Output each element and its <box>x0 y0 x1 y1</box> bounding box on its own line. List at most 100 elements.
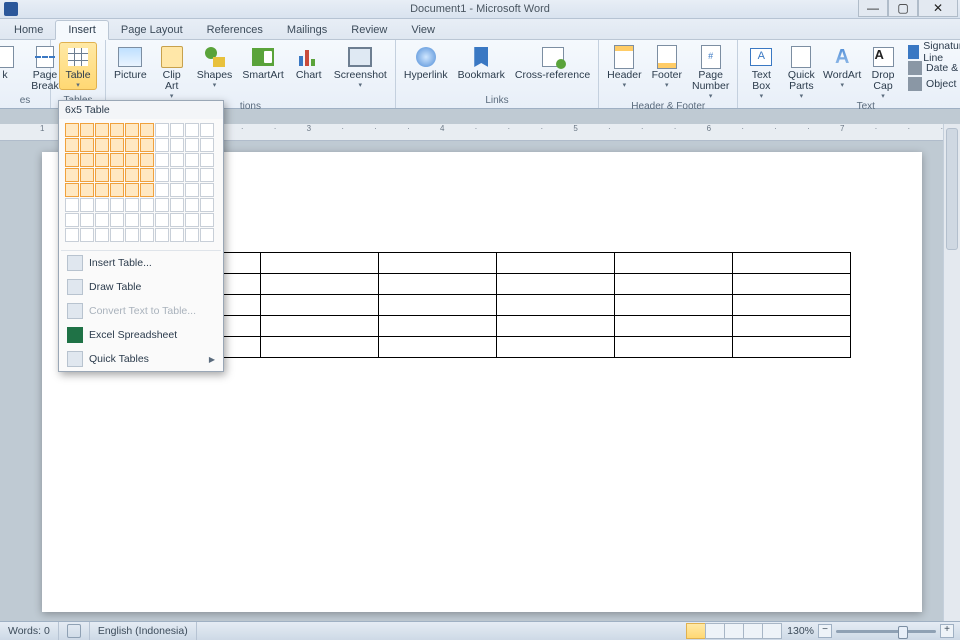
grid-cell[interactable] <box>185 153 199 167</box>
minimize-button[interactable]: — <box>858 0 888 17</box>
grid-cell[interactable] <box>125 153 139 167</box>
tab-view[interactable]: View <box>399 21 447 39</box>
object-button[interactable]: Object▾ <box>908 76 960 92</box>
grid-cell[interactable] <box>65 153 79 167</box>
document-table[interactable] <box>142 252 851 358</box>
grid-cell[interactable] <box>125 198 139 212</box>
grid-cell[interactable] <box>110 138 124 152</box>
grid-cell[interactable] <box>155 213 169 227</box>
grid-cell[interactable] <box>185 138 199 152</box>
web-layout-view[interactable] <box>724 623 744 639</box>
language-button[interactable]: English (Indonesia) <box>90 622 197 640</box>
grid-cell[interactable] <box>125 228 139 242</box>
grid-cell[interactable] <box>125 168 139 182</box>
screenshot-button[interactable]: Screenshot▾ <box>330 42 391 90</box>
header-button[interactable]: Header▾ <box>603 42 645 90</box>
draft-view[interactable] <box>762 623 782 639</box>
grid-cell[interactable] <box>140 138 154 152</box>
blank-page-button[interactable]: k <box>0 42 24 82</box>
grid-cell[interactable] <box>155 123 169 137</box>
grid-cell[interactable] <box>185 213 199 227</box>
grid-cell[interactable] <box>65 123 79 137</box>
grid-cell[interactable] <box>110 213 124 227</box>
grid-cell[interactable] <box>200 183 214 197</box>
grid-cell[interactable] <box>65 213 79 227</box>
print-layout-view[interactable] <box>686 623 706 639</box>
grid-cell[interactable] <box>80 168 94 182</box>
grid-cell[interactable] <box>65 198 79 212</box>
grid-cell[interactable] <box>95 198 109 212</box>
grid-cell[interactable] <box>170 198 184 212</box>
proofing-button[interactable] <box>59 622 90 640</box>
grid-cell[interactable] <box>125 213 139 227</box>
bookmark-button[interactable]: Bookmark <box>454 42 509 82</box>
tab-references[interactable]: References <box>195 21 275 39</box>
insert-table-menu[interactable]: Insert Table... <box>59 251 223 275</box>
grid-cell[interactable] <box>140 168 154 182</box>
grid-cell[interactable] <box>110 123 124 137</box>
word-count[interactable]: Words: 0 <box>0 622 59 640</box>
signature-line-button[interactable]: Signature Line▾ <box>908 44 960 60</box>
grid-cell[interactable] <box>200 123 214 137</box>
grid-cell[interactable] <box>155 153 169 167</box>
grid-cell[interactable] <box>80 123 94 137</box>
zoom-in-button[interactable]: + <box>940 624 954 638</box>
shapes-button[interactable]: Shapes▾ <box>193 42 237 90</box>
grid-cell[interactable] <box>110 228 124 242</box>
tab-mailings[interactable]: Mailings <box>275 21 339 39</box>
tab-review[interactable]: Review <box>339 21 399 39</box>
tab-home[interactable]: Home <box>2 21 55 39</box>
clipart-button[interactable]: ClipArt▾ <box>153 42 191 101</box>
zoom-level[interactable]: 130% <box>787 625 814 637</box>
grid-cell[interactable] <box>95 123 109 137</box>
crossref-button[interactable]: Cross-reference <box>511 42 594 82</box>
grid-cell[interactable] <box>170 213 184 227</box>
picture-button[interactable]: Picture <box>110 42 151 82</box>
grid-cell[interactable] <box>185 123 199 137</box>
grid-cell[interactable] <box>80 228 94 242</box>
grid-cell[interactable] <box>170 183 184 197</box>
grid-cell[interactable] <box>140 183 154 197</box>
zoom-slider[interactable] <box>836 630 936 633</box>
grid-cell[interactable] <box>80 138 94 152</box>
grid-cell[interactable] <box>95 153 109 167</box>
grid-cell[interactable] <box>125 183 139 197</box>
grid-cell[interactable] <box>140 153 154 167</box>
dropcap-button[interactable]: ADropCap▾ <box>864 42 902 101</box>
vertical-scrollbar[interactable] <box>943 124 960 622</box>
grid-cell[interactable] <box>80 183 94 197</box>
grid-cell[interactable] <box>110 198 124 212</box>
grid-cell[interactable] <box>95 213 109 227</box>
scroll-thumb[interactable] <box>946 128 958 250</box>
grid-cell[interactable] <box>80 213 94 227</box>
footer-button[interactable]: Footer▾ <box>648 42 686 90</box>
close-button[interactable]: ✕ <box>918 0 958 17</box>
grid-cell[interactable] <box>65 138 79 152</box>
grid-cell[interactable] <box>95 183 109 197</box>
grid-cell[interactable] <box>110 183 124 197</box>
zoom-thumb[interactable] <box>898 626 908 639</box>
grid-cell[interactable] <box>65 228 79 242</box>
page-number-button[interactable]: #PageNumber▾ <box>688 42 733 101</box>
table-button[interactable]: Table▾ <box>59 42 97 90</box>
outline-view[interactable] <box>743 623 763 639</box>
chart-button[interactable]: Chart <box>290 42 328 82</box>
grid-cell[interactable] <box>125 138 139 152</box>
grid-cell[interactable] <box>95 228 109 242</box>
date-time-button[interactable]: Date & Time <box>908 60 960 76</box>
fullscreen-view[interactable] <box>705 623 725 639</box>
excel-spreadsheet-menu[interactable]: Excel Spreadsheet <box>59 323 223 347</box>
grid-cell[interactable] <box>80 153 94 167</box>
grid-cell[interactable] <box>140 198 154 212</box>
grid-cell[interactable] <box>155 198 169 212</box>
zoom-out-button[interactable]: − <box>818 624 832 638</box>
grid-cell[interactable] <box>110 153 124 167</box>
grid-cell[interactable] <box>185 198 199 212</box>
draw-table-menu[interactable]: Draw Table <box>59 275 223 299</box>
tab-insert[interactable]: Insert <box>55 20 109 40</box>
wordart-button[interactable]: AWordArt▾ <box>822 42 862 90</box>
grid-cell[interactable] <box>185 183 199 197</box>
hyperlink-button[interactable]: Hyperlink <box>400 42 452 82</box>
grid-cell[interactable] <box>170 153 184 167</box>
grid-cell[interactable] <box>170 138 184 152</box>
